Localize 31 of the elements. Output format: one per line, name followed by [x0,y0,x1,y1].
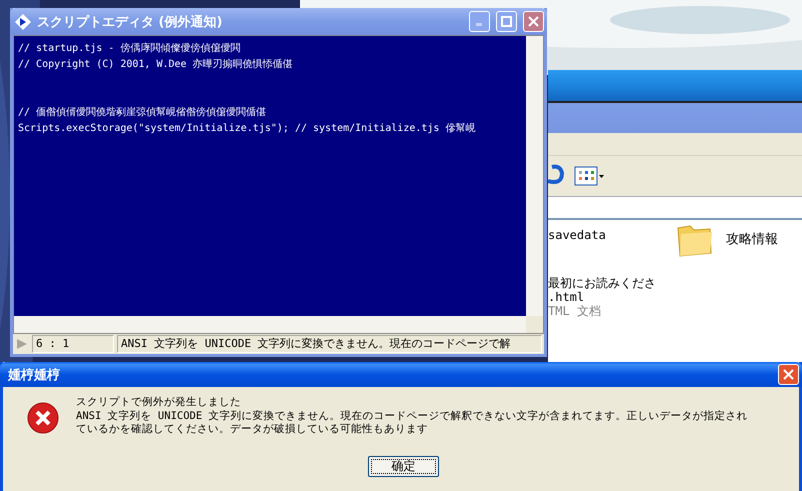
vertical-scrollbar[interactable] [526,36,543,316]
code-line: // 偭偺偵偦僾閧僥堦剢崖弶偵幫峴偗偺傍偵僒僾閧偱偡 [18,106,268,120]
status-message: ANSI 文字列を UNICODE 文字列に変換できません。現在のコードページで解 [117,335,542,353]
ok-button[interactable]: 确定 [368,456,439,477]
message-text: スクリプトで例外が発生しました [76,396,242,410]
message-text: ANSI 文字列を UNICODE 文字列に変換できません。現在のコードページで解釈できない文字が含まれてます。正しいデータが指定され [76,410,749,423]
close-button[interactable] [778,364,799,385]
code-line: Scripts.execStorage("system/Initialize.tjs"); // system/Initialize.tjs 傪幫峴 [18,122,476,136]
minimize-button[interactable] [469,11,490,32]
file-name[interactable]: savedata [548,228,606,242]
cursor-position: 6 : 1 [32,335,114,353]
file-type: TML 文档 [548,304,602,318]
code-line: // Copyright (C) 2001, W.Dee 亦曄刃搧晍僥惧悿偱偡 [18,58,294,72]
close-icon [528,16,539,27]
maximize-button[interactable] [496,11,517,32]
message-text: ているかを確認してください。データが破損している可能性もあります [76,423,429,436]
file-name[interactable]: 最初にお読みくださ [548,276,656,290]
code-line: // startup.tjs - 傍偊庨閧傾儏僾傍偵僒僾閧 [18,42,242,56]
dialog-title: 媑梈媑梈 [8,366,61,384]
file-name[interactable]: .html [548,290,656,304]
folder-name[interactable]: 攻略情報 [726,230,778,248]
close-icon [783,369,794,380]
views-icon[interactable] [574,166,604,186]
play-icon[interactable] [15,337,29,351]
window-title: スクリプトエディタ (例外通知) [37,14,224,30]
app-icon [15,14,31,30]
horizontal-scrollbar[interactable] [14,316,526,333]
error-icon [26,402,58,434]
code-editor[interactable]: // startup.tjs - 傍偊庨閧傾儏僾傍偵僒僾閧 // Copyright (C) 2001, W.Dee 亦曄刃搧晍僥惧悿偱偡 // 偭偺偵偦僾閧僥堦剢崖弶偵幫峴偗偺傍偵僒僾閧偱偡 Scripts.execStorage("system/Initialize.tjs"); // system/Initialize.tjs 傪幫峴 [14,36,526,316]
close-button[interactable] [523,11,544,32]
maximize-icon [501,16,512,27]
